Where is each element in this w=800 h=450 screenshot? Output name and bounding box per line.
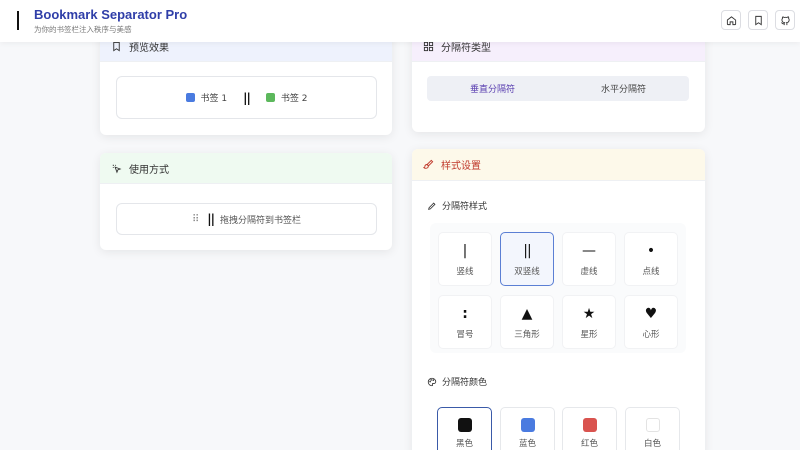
preview-bookmark-bar: 书签 1 || 书签 2 <box>116 76 377 119</box>
bookmark-icon <box>754 15 762 25</box>
separator-type-tabs: 垂直分隔符 水平分隔符 <box>427 76 689 101</box>
color-option-blue[interactable]: 蓝色 <box>500 407 555 450</box>
app-title: Bookmark Separator Pro <box>34 7 188 22</box>
usage-title: 使用方式 <box>129 164 169 176</box>
color-option-label: 红色 <box>580 439 598 449</box>
symbol-option-label: 冒号 <box>456 330 474 340</box>
app-header: Bookmark Separator Pro 为你的书签栏注入秩序与美感 <box>0 0 800 42</box>
logo-separator-icon <box>17 11 19 30</box>
preview-bookmark-2: 书签 2 <box>265 91 308 104</box>
color-option-red[interactable]: 红色 <box>562 407 617 450</box>
style-card-header: 样式设置 <box>412 149 705 181</box>
symbol-style-label: 分隔符样式 <box>427 199 487 212</box>
color-swatch <box>457 418 472 432</box>
usage-card: 使用方式 ⠿ || 拖拽分隔符到书签栏 <box>100 153 392 250</box>
symbol-option-dot[interactable]: • 点线 <box>624 232 678 286</box>
symbol-option-double-line[interactable]: || 双竖线 <box>500 232 554 286</box>
symbol-style-label-text: 分隔符样式 <box>442 202 488 212</box>
bookmark-2-label: 书签 2 <box>280 94 308 104</box>
colon-icon: : <box>462 306 468 322</box>
dot-icon: • <box>646 243 656 259</box>
pointer-click-icon <box>111 162 123 174</box>
usage-separator-glyph: || <box>207 212 215 226</box>
dash-icon: — <box>582 243 596 259</box>
symbol-option-label: 双竖线 <box>514 267 540 277</box>
triangle-icon: ▲ <box>521 306 533 322</box>
separator-type-card: 分隔符类型 垂直分隔符 水平分隔符 <box>412 31 705 132</box>
color-option-white[interactable]: 白色 <box>625 407 680 450</box>
symbol-option-triangle[interactable]: ▲ 三角形 <box>500 295 554 349</box>
app-subtitle: 为你的书签栏注入秩序与美感 <box>34 25 132 34</box>
tab-vertical[interactable]: 垂直分隔符 <box>427 76 558 101</box>
home-icon <box>726 15 736 25</box>
symbol-option-label: 三角形 <box>514 330 540 340</box>
symbol-option-dash[interactable]: — 虚线 <box>562 232 616 286</box>
star-icon: ★ <box>582 306 596 322</box>
bookmark-2-icon <box>265 93 275 102</box>
preview-card: 预览效果 书签 1 || 书签 2 <box>100 31 392 135</box>
color-option-label: 白色 <box>643 439 661 449</box>
color-option-label: 黑色 <box>455 439 473 449</box>
bookmark-button[interactable] <box>748 10 768 30</box>
draggable-separator[interactable]: ⠿ || 拖拽分隔符到书签栏 <box>116 203 377 235</box>
double-line-icon: || <box>523 243 532 259</box>
color-option-black[interactable]: 黑色 <box>437 407 492 450</box>
symbol-option-label: 竖线 <box>456 267 474 277</box>
brush-icon <box>423 159 435 171</box>
bookmark-1-icon <box>185 93 195 102</box>
symbol-option-vertical-line[interactable]: | 竖线 <box>438 232 492 286</box>
drag-handle-icon: ⠿ <box>191 213 199 225</box>
home-button[interactable] <box>721 10 741 30</box>
symbol-option-label: 点线 <box>642 267 660 277</box>
style-settings-card: 样式设置 分隔符样式 | 竖线 || 双竖线 — 虚线 • 点线 : 冒号 ▲ … <box>412 149 705 450</box>
color-label-text: 分隔符颜色 <box>442 378 488 388</box>
symbol-option-heart[interactable]: ♥ 心形 <box>624 295 678 349</box>
symbol-option-star[interactable]: ★ 星形 <box>562 295 616 349</box>
github-icon <box>780 15 790 25</box>
color-label: 分隔符颜色 <box>427 375 487 388</box>
usage-instruction: 拖拽分隔符到书签栏 <box>220 215 302 226</box>
color-option-label: 蓝色 <box>518 439 536 449</box>
symbol-option-label: 虚线 <box>580 267 598 277</box>
github-button[interactable] <box>775 10 795 30</box>
usage-card-header: 使用方式 <box>100 153 392 184</box>
color-swatch <box>645 418 660 432</box>
symbol-option-label: 星形 <box>580 330 598 340</box>
color-swatch <box>520 418 535 432</box>
preview-bookmark-1: 书签 1 <box>185 91 228 104</box>
symbol-option-colon[interactable]: : 冒号 <box>438 295 492 349</box>
style-title: 样式设置 <box>441 161 481 172</box>
vertical-line-icon: | <box>462 243 468 259</box>
color-swatch <box>582 418 597 432</box>
pencil-icon <box>428 201 436 210</box>
preview-separator: || <box>243 90 251 105</box>
tab-horizontal[interactable]: 水平分隔符 <box>558 76 689 101</box>
heart-icon: ♥ <box>644 306 658 322</box>
symbol-option-label: 心形 <box>642 330 660 340</box>
palette-icon <box>427 377 437 386</box>
bookmark-1-label: 书签 1 <box>200 94 228 104</box>
